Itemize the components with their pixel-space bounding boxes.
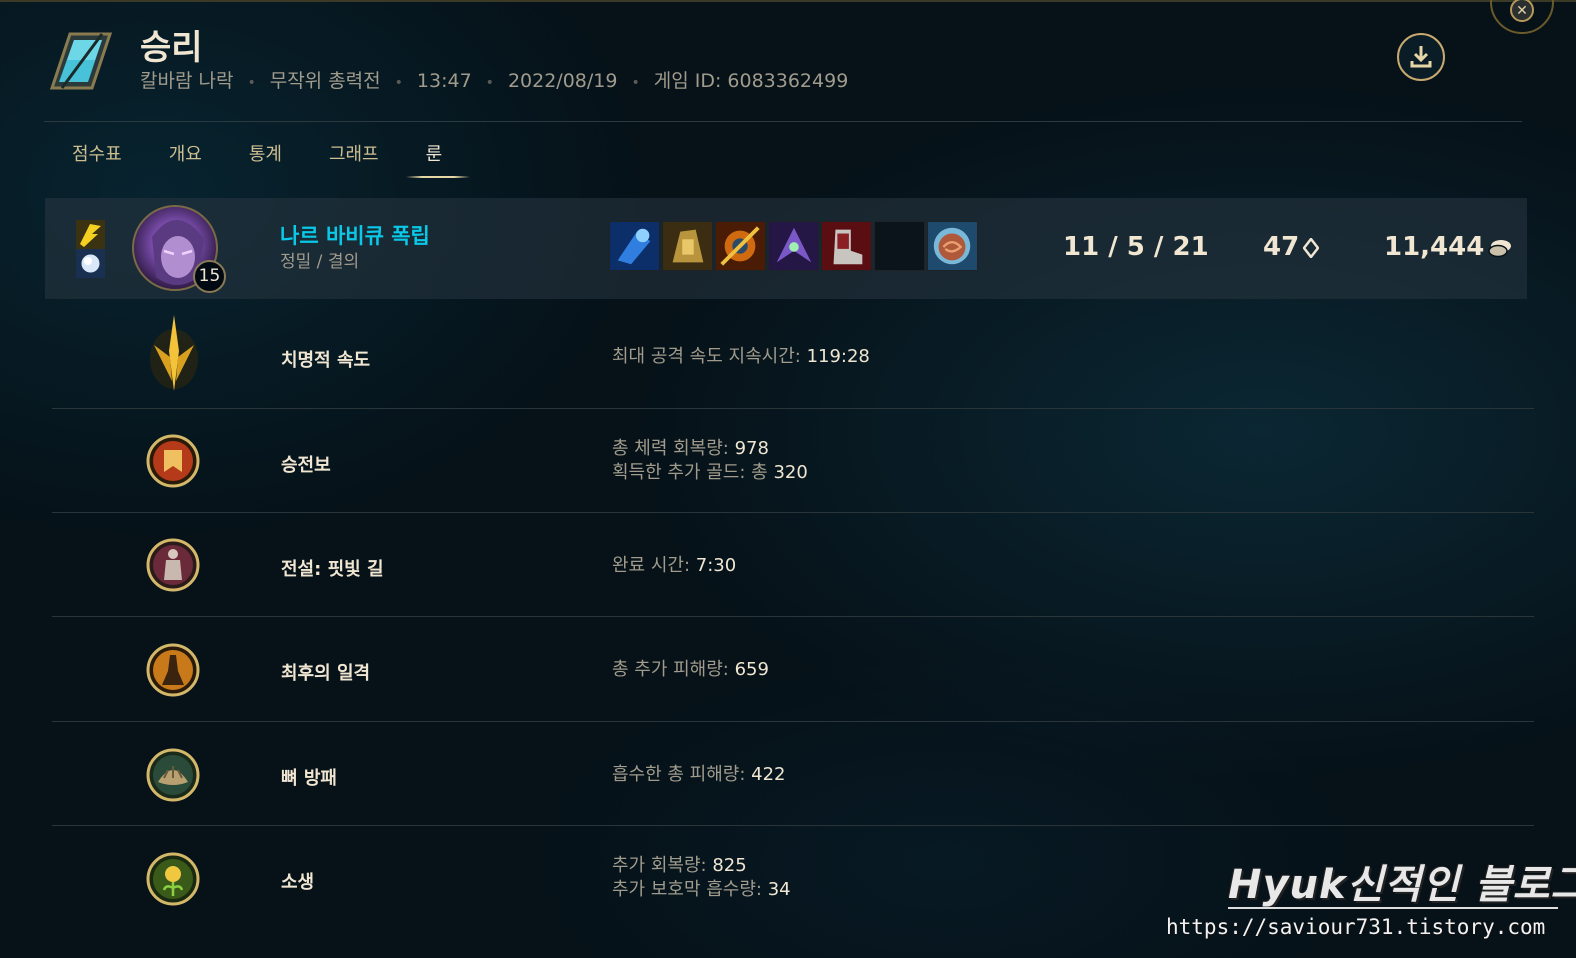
item-slot-6[interactable] (874, 221, 925, 271)
tab-bar: 점수표 개요 통계 그래프 룬 (72, 140, 489, 178)
rune-stat-line: 최대 공격 속도 지속시간: 119:28 (612, 346, 870, 367)
rune-row: 치명적 속도 최대 공격 속도 지속시간: 119:28 (52, 305, 1534, 409)
rune-stat-line: 획득한 추가 골드: 총 320 (612, 462, 808, 483)
rune-stats: 흡수한 총 피해량: 422 (612, 763, 786, 787)
minion-icon (1303, 237, 1320, 258)
gold-value: 11,444 (1384, 232, 1485, 262)
tab-graph[interactable]: 그래프 (329, 140, 379, 176)
watermark-url: https://saviour731.tistory.com (1166, 915, 1546, 939)
top-border (0, 0, 1576, 2)
tab-stats[interactable]: 통계 (249, 140, 282, 176)
rune-stats: 최대 공격 속도 지속시간: 119:28 (612, 345, 870, 369)
close-button[interactable]: ✕ (1490, 0, 1554, 34)
item-slot-7[interactable] (927, 221, 978, 271)
keystone-rune-icon (76, 220, 105, 249)
rune-name: 최후의 일격 (281, 663, 371, 684)
rune-paths: 정밀 / 결의 (280, 252, 360, 272)
rune-name: 치명적 속도 (281, 350, 371, 371)
gold-earned: 11,444 (1384, 232, 1512, 262)
cs-value: 47 (1263, 232, 1300, 262)
player-name[interactable]: 나르 바비큐 폭립 (280, 220, 430, 250)
rune-name: 소생 (281, 872, 315, 893)
player-row[interactable]: 15 나르 바비큐 폭립 정밀 / 결의 11 / 5 / 21 47 11,4… (45, 198, 1527, 299)
rune-stats: 추가 회복량: 825 추가 보호막 흡수량: 34 (612, 854, 791, 902)
close-icon: ✕ (1510, 0, 1534, 22)
tab-runes[interactable]: 룬 (406, 140, 470, 178)
rune-stat-line: 추가 회복량: 825 (612, 855, 747, 876)
rune-row: 뼈 방패 흡수한 총 피해량: 422 (52, 722, 1534, 826)
item-slot-3[interactable] (715, 221, 766, 271)
rune-stat-line: 총 체력 회복량: 978 (612, 438, 769, 459)
last-stand-icon (146, 643, 200, 697)
map-name: 칼바람 나락 (140, 70, 234, 92)
header-divider (44, 121, 1522, 122)
rune-name: 뼈 방패 (281, 768, 337, 789)
item-slot-1[interactable] (609, 221, 660, 271)
rune-stats: 총 추가 피해량: 659 (612, 658, 769, 682)
game-id: 게임 ID: 6083362499 (653, 70, 849, 92)
rune-row: 전설: 핏빛 길 완료 시간: 7:30 (52, 513, 1534, 617)
rune-stat-line: 총 추가 피해량: 659 (612, 659, 769, 680)
champion-level: 15 (193, 260, 226, 293)
item-bar (609, 221, 980, 271)
watermark-title: Hyuk신적인 블로그 (1228, 862, 1576, 908)
legend-bloodline-icon (146, 538, 200, 592)
rune-stats: 완료 시간: 7:30 (612, 554, 736, 578)
creep-score: 47 (1263, 232, 1320, 262)
bone-plating-icon (146, 748, 200, 802)
match-meta: 칼바람 나락 • 무작위 총력전 • 13:47 • 2022/08/19 • 게임 ID: 6… (140, 70, 849, 92)
revitalize-icon (146, 852, 200, 906)
rune-name: 전설: 핏빛 길 (281, 559, 384, 580)
item-slot-2[interactable] (662, 221, 713, 271)
item-slot-5[interactable] (821, 221, 872, 271)
rune-row: 승전보 총 체력 회복량: 978 획득한 추가 골드: 총 320 (52, 409, 1534, 513)
rune-stat-line: 흡수한 총 피해량: 422 (612, 764, 786, 785)
tab-scoreboard[interactable]: 점수표 (72, 140, 122, 176)
game-date: 2022/08/19 (507, 70, 618, 92)
rune-stats: 총 체력 회복량: 978 획득한 추가 골드: 총 320 (612, 437, 808, 485)
gold-coin-icon (1488, 239, 1512, 257)
tab-overview[interactable]: 개요 (169, 140, 202, 176)
item-slot-4[interactable] (768, 221, 819, 271)
result-title: 승리 (140, 28, 203, 68)
game-duration: 13:47 (416, 70, 472, 92)
game-mode-icon (50, 32, 112, 90)
download-button[interactable] (1397, 33, 1445, 81)
rune-stat-line: 완료 시간: 7:30 (612, 555, 737, 576)
rune-row: 최후의 일격 총 추가 피해량: 659 (52, 618, 1534, 722)
download-icon (1410, 46, 1432, 68)
triumph-icon (146, 434, 200, 488)
rune-stat-line: 추가 보호막 흡수량: 34 (612, 879, 791, 900)
queue-type: 무작위 총력전 (269, 70, 381, 92)
kda: 11 / 5 / 21 (1063, 232, 1209, 262)
rune-name: 승전보 (281, 455, 331, 476)
lethal-tempo-icon (150, 315, 198, 391)
secondary-rune-icon (76, 249, 105, 278)
watermark-underline (1228, 907, 1558, 909)
